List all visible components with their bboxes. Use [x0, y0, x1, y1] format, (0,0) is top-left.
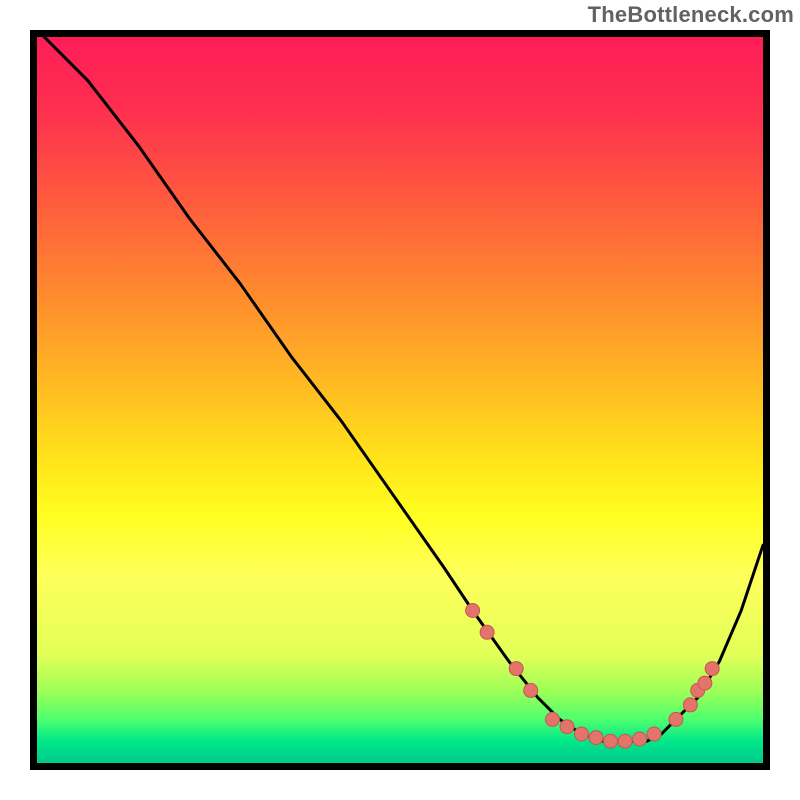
- data-point: [509, 662, 523, 676]
- data-point: [683, 698, 697, 712]
- data-point: [647, 727, 661, 741]
- chart-root: TheBottleneck.com: [0, 0, 800, 800]
- watermark-text: TheBottleneck.com: [588, 2, 794, 28]
- data-point: [575, 727, 589, 741]
- data-point: [633, 732, 647, 746]
- curve-line: [37, 37, 763, 741]
- data-point: [480, 625, 494, 639]
- data-point: [705, 662, 719, 676]
- data-point: [560, 720, 574, 734]
- data-point: [669, 712, 683, 726]
- chart-svg-layer: [37, 37, 763, 763]
- data-point: [524, 683, 538, 697]
- chart-background-frame: [30, 30, 770, 770]
- data-point: [604, 734, 618, 748]
- data-point: [466, 604, 480, 618]
- data-point: [698, 676, 712, 690]
- data-point: [589, 731, 603, 745]
- data-point: [546, 712, 560, 726]
- data-point: [618, 734, 632, 748]
